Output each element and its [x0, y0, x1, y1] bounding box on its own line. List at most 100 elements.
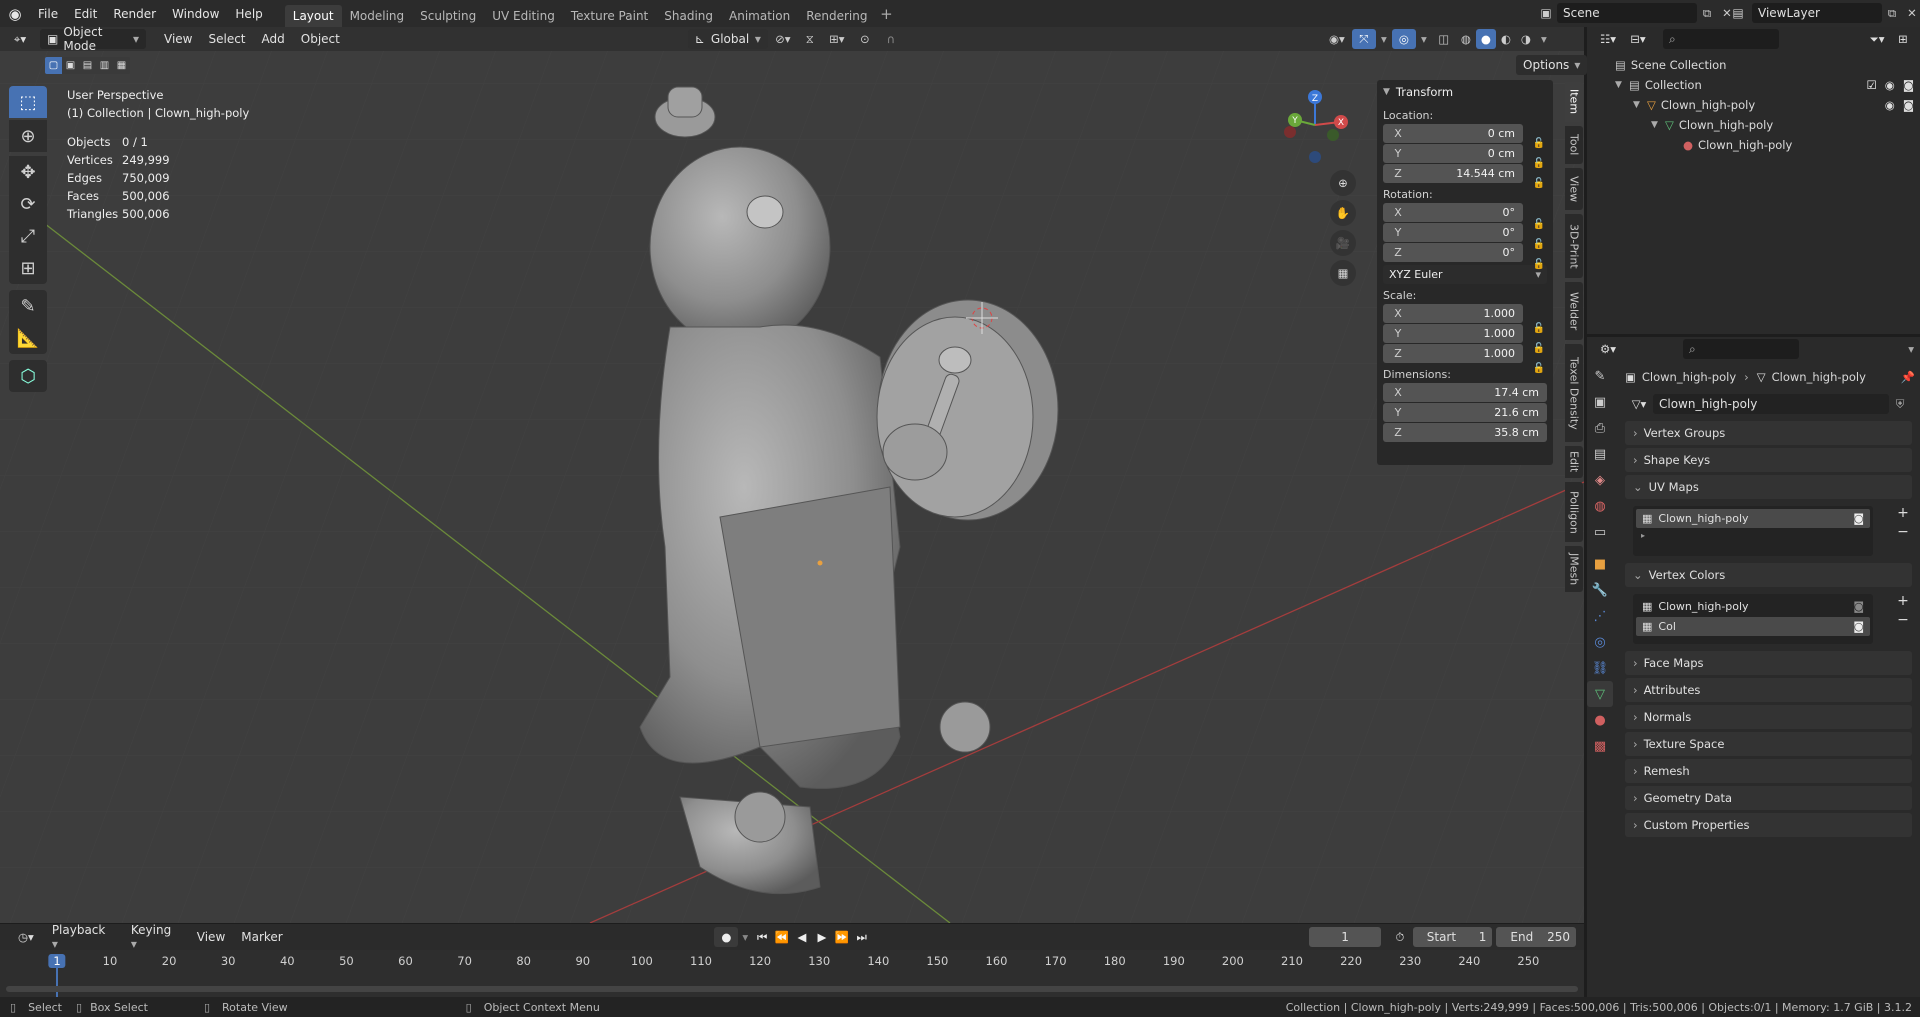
pivot-icon[interactable]: ⊘▾ [768, 32, 798, 46]
panel-geometry-data[interactable]: › Geometry Data [1625, 786, 1912, 810]
eye-icon[interactable]: ◉ [1885, 98, 1895, 112]
lock-icon[interactable]: 🔓 [1533, 178, 1545, 189]
select-intersect-icon[interactable]: ▦ [113, 56, 130, 74]
overlay-dropdown-icon[interactable]: ▾ [1416, 32, 1432, 46]
cursor-tool[interactable]: ⊕ [9, 120, 47, 152]
tab-layout[interactable]: Layout [284, 5, 342, 27]
editor-type-icon[interactable]: ⌖▾ [0, 29, 40, 49]
location-z-field[interactable]: Z 14.544 cm [1383, 164, 1523, 183]
select-new-icon[interactable]: ▢ [45, 56, 62, 74]
dimensions-z-field[interactable]: Z 35.8 cm [1383, 423, 1547, 442]
add-cube-tool[interactable]: ⬡ [9, 360, 47, 392]
outliner-row-collection[interactable]: ▼ ▤ Collection ☑ ◉ ◙ [1587, 75, 1920, 95]
vertex-color-row[interactable]: ▦ Clown_high-poly ◙ [1636, 597, 1870, 616]
gizmo-dropdown-icon[interactable]: ▾ [1376, 32, 1392, 46]
lock-icon[interactable]: 🔓 [1533, 363, 1545, 374]
gizmo-toggle-icon[interactable]: ⤧ [1351, 29, 1376, 49]
lock-icon[interactable]: 🔓 [1533, 323, 1545, 334]
start-frame-field[interactable]: Start 1 [1412, 927, 1493, 947]
chevron-down-icon[interactable]: ▾ [1908, 342, 1914, 356]
scale-y-field[interactable]: Y 1.000 [1383, 324, 1523, 343]
rotate-tool[interactable]: ⟳ [9, 188, 47, 220]
fake-user-shield-icon[interactable]: ⛨ [1889, 397, 1911, 412]
select-difference-icon[interactable]: ▥ [96, 56, 113, 74]
tab-sculpting[interactable]: Sculpting [412, 5, 484, 27]
jump-start-icon[interactable]: ⏮ [752, 930, 772, 945]
panel-shape-keys[interactable]: › Shape Keys [1625, 448, 1912, 472]
panel-vertex-colors[interactable]: ⌄ Vertex Colors [1625, 563, 1912, 587]
tab-rendering[interactable]: Rendering [798, 5, 875, 27]
outliner-row-scene-collection[interactable]: ▤ Scene Collection [1587, 55, 1920, 75]
tab-polligon[interactable]: Polligon [1565, 482, 1583, 542]
remove-uv-icon[interactable]: − [1894, 524, 1912, 540]
location-x-field[interactable]: X 0 cm [1383, 124, 1523, 143]
stopwatch-icon[interactable]: ⏱ [1387, 930, 1413, 945]
render-tab-icon[interactable]: ▣ [1587, 389, 1613, 415]
timeline-menu-view[interactable]: View [189, 930, 233, 944]
timeline-menu-marker[interactable]: Marker [233, 930, 290, 944]
options-dropdown[interactable]: Options ▾ [1516, 55, 1588, 75]
add-vertex-color-icon[interactable]: + [1894, 593, 1912, 609]
menu-help[interactable]: Help [227, 0, 270, 27]
tab-view[interactable]: View [1565, 168, 1583, 210]
timeline-editor-icon[interactable]: ◷▾ [8, 930, 44, 944]
scene-name-field[interactable]: Scene [1557, 3, 1697, 23]
rotation-y-field[interactable]: Y 0° [1383, 223, 1523, 242]
current-frame-field[interactable]: 1 [1309, 927, 1381, 947]
panel-vertex-groups[interactable]: › Vertex Groups [1625, 421, 1912, 445]
wireframe-shading-icon[interactable]: ◍ [1456, 32, 1476, 46]
navigation-gizmo[interactable]: Z X Y [1275, 85, 1355, 170]
lock-icon[interactable]: 🔓 [1533, 259, 1545, 270]
outliner-search-input[interactable]: ⌕ [1663, 29, 1779, 49]
solid-shading-icon[interactable]: ● [1475, 29, 1496, 49]
menu-window[interactable]: Window [164, 0, 227, 27]
eye-icon[interactable]: ◉ [1885, 78, 1895, 92]
camera-icon[interactable]: ◙ [1853, 512, 1864, 525]
expand-arrow-icon[interactable]: ▸ [1633, 531, 1873, 540]
vp-menu-select[interactable]: Select [200, 32, 253, 46]
falloff-icon[interactable]: ∩ [878, 32, 904, 46]
lock-icon[interactable]: 🔓 [1533, 138, 1545, 149]
display-mode-icon[interactable]: ⊟▾ [1623, 32, 1653, 46]
add-uv-icon[interactable]: + [1894, 505, 1912, 521]
outliner-row-object[interactable]: ▼ ▽ Clown_high-poly ◉ ◙ [1587, 95, 1920, 115]
measure-tool[interactable]: 📐 [9, 322, 47, 354]
checkbox-icon[interactable]: ☑ [1866, 78, 1876, 92]
transform-tool[interactable]: ⊞ [9, 252, 47, 284]
keying-dropdown-icon[interactable]: ▾ [738, 930, 752, 944]
tab-edit[interactable]: Edit [1565, 446, 1583, 478]
lock-icon[interactable]: 🔓 [1533, 239, 1545, 250]
dimensions-y-field[interactable]: Y 21.6 cm [1383, 403, 1547, 422]
lock-icon[interactable]: 🔓 [1533, 158, 1545, 169]
uv-map-row[interactable]: ▦ Clown_high-poly ◙ [1636, 509, 1870, 528]
tab-tool[interactable]: Tool [1565, 126, 1583, 164]
location-y-field[interactable]: Y 0 cm [1383, 144, 1523, 163]
camera-view-icon[interactable]: 🎥 [1330, 230, 1356, 256]
new-scene-icon[interactable]: ⧉ [1697, 6, 1717, 21]
tool-tab-icon[interactable]: ✎ [1587, 363, 1613, 389]
lock-icon[interactable]: 🔓 [1533, 219, 1545, 230]
tab-item[interactable]: Item [1565, 82, 1583, 122]
play-icon[interactable]: ▶ [812, 930, 832, 944]
pan-hand-icon[interactable]: ✋ [1330, 200, 1356, 226]
panel-texture-space[interactable]: › Texture Space [1625, 732, 1912, 756]
camera-icon[interactable]: ◙ [1853, 600, 1864, 613]
vp-menu-add[interactable]: Add [254, 32, 293, 46]
camera-icon[interactable]: ◙ [1853, 620, 1864, 633]
filter-icon[interactable]: ⏷▾ [1862, 32, 1892, 47]
timeline-menu-playback[interactable]: Playback ▾ [44, 923, 123, 951]
panel-normals[interactable]: › Normals [1625, 705, 1912, 729]
panel-uv-maps[interactable]: ⌄ UV Maps [1625, 475, 1912, 499]
select-box-tool[interactable]: ⬚ [9, 86, 47, 118]
select-subtract-icon[interactable]: ▤ [79, 56, 96, 74]
select-extend-icon[interactable]: ▣ [62, 56, 79, 74]
tab-texel-density[interactable]: Texel Density [1565, 344, 1583, 442]
prev-keyframe-icon[interactable]: ⏪ [772, 930, 792, 944]
remove-vertex-color-icon[interactable]: − [1894, 612, 1912, 628]
outliner-row-material[interactable]: ● Clown_high-poly [1587, 135, 1920, 155]
camera-icon[interactable]: ◙ [1903, 98, 1914, 112]
scale-z-field[interactable]: Z 1.000 [1383, 344, 1523, 363]
timeline-menu-keying[interactable]: Keying ▾ [123, 923, 189, 951]
rendered-shading-icon[interactable]: ◑ [1516, 32, 1536, 46]
timeline-scrollbar[interactable] [6, 986, 1578, 992]
